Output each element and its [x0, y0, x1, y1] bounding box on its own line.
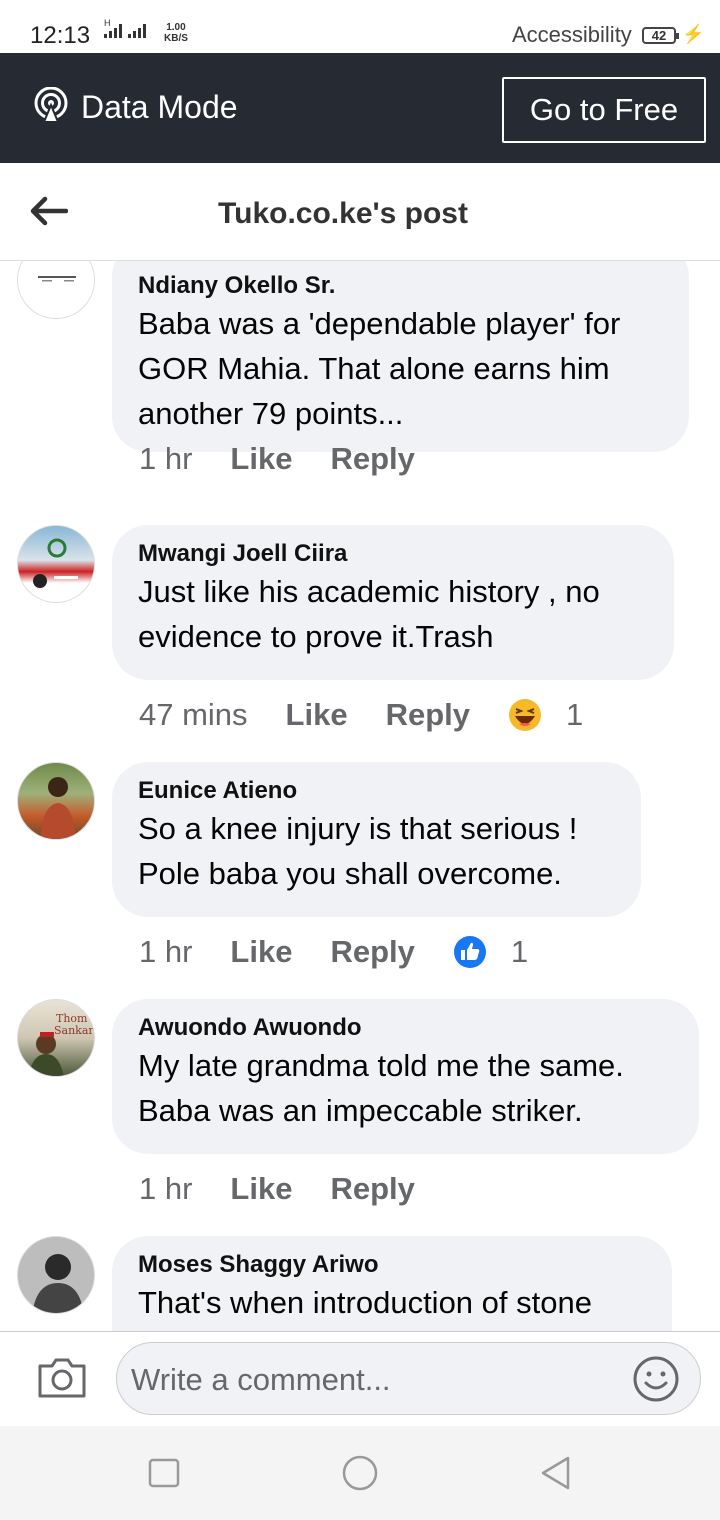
avatar[interactable] [17, 261, 95, 319]
status-bar: 12:13 H 1.00 KB/S Accessibility 42 ⚡ [0, 0, 720, 53]
like-button[interactable]: Like [230, 1171, 292, 1207]
reply-button[interactable]: Reply [386, 697, 470, 733]
comment-time[interactable]: 1 hr [139, 1171, 192, 1207]
clock: 12:13 [30, 22, 91, 49]
reply-button[interactable]: Reply [330, 441, 414, 477]
like-button[interactable]: Like [230, 934, 292, 970]
like-button[interactable]: Like [230, 441, 292, 477]
comment-author[interactable]: Eunice Atieno [138, 776, 615, 806]
comment-actions: 1 hr Like Reply [139, 441, 453, 477]
post-header: Tuko.co.ke's post [0, 163, 720, 261]
comment-time[interactable]: 47 mins [139, 697, 248, 733]
avatar-person-bw-icon [18, 1237, 94, 1313]
comment-input-placeholder: Write a comment... [131, 1362, 391, 1397]
camera-icon[interactable] [36, 1356, 88, 1400]
accessibility-label: Accessibility [512, 22, 632, 47]
comment-actions: 1 hr Like Reply [139, 1171, 453, 1207]
comment-bubble[interactable]: Ndiany Okello Sr. Baba was a 'dependable… [112, 261, 689, 452]
comment-bubble[interactable]: Awuondo Awuondo My late grandma told me … [112, 999, 699, 1154]
avatar[interactable] [17, 762, 95, 840]
system-nav-bar [0, 1426, 720, 1520]
comment-author[interactable]: Awuondo Awuondo [138, 1013, 673, 1043]
broadcast-icon [34, 87, 68, 123]
data-mode-label: Data Mode [81, 89, 238, 125]
reaction-summary[interactable]: 1 [453, 934, 528, 970]
data-mode-bar: Data Mode Go to Free [0, 53, 720, 163]
comment-author[interactable]: Ndiany Okello Sr. [138, 271, 663, 301]
signal-indicators: H [104, 18, 146, 38]
comment-bubble[interactable]: Eunice Atieno So a knee injury is that s… [112, 762, 641, 917]
back-icon[interactable] [538, 1455, 574, 1491]
comment-author[interactable]: Mwangi Joell Ciira [138, 539, 648, 569]
like-button[interactable]: Like [286, 697, 348, 733]
battery-icon: 42 [642, 27, 679, 44]
go-to-free-button[interactable]: Go to Free [502, 77, 706, 143]
page-title: Tuko.co.ke's post [218, 197, 468, 230]
comment-list[interactable]: Ndiany Okello Sr. Baba was a 'dependable… [0, 261, 720, 1331]
avatar-covid-poster-icon [33, 538, 78, 588]
emoji-icon[interactable] [632, 1355, 680, 1403]
network-speed: 1.00 KB/S [164, 22, 188, 44]
avatar[interactable] [17, 525, 95, 603]
comment-bubble[interactable]: Moses Shaggy Ariwo That's when introduct… [112, 1236, 672, 1331]
charging-icon: ⚡ [682, 24, 705, 44]
home-icon[interactable] [342, 1455, 378, 1491]
comment-actions: 47 mins Like Reply 1 [139, 697, 583, 733]
comment-text: Baba was a 'dependable player' for GOR M… [138, 306, 621, 431]
comment-input[interactable]: Write a comment... [116, 1342, 701, 1415]
signal-icon-2 [128, 24, 146, 38]
reaction-count: 1 [566, 697, 584, 732]
network-type-label: H [104, 18, 111, 28]
avatar[interactable]: Thom Sankara [17, 999, 95, 1077]
comment-text: So a knee injury is that serious ! Pole … [138, 811, 578, 891]
comment-composer: Write a comment... [0, 1331, 720, 1427]
avatar-person-photo-icon [40, 777, 76, 839]
reaction-count: 1 [510, 934, 529, 969]
comment-text: My late grandma told me the same. Baba w… [138, 1048, 624, 1128]
svg-text:Sankara: Sankara [54, 1024, 95, 1037]
reaction-summary[interactable]: 1 [508, 697, 583, 733]
haha-emoji-icon [509, 699, 541, 731]
comment-text: That's when introduction of stone [138, 1285, 592, 1320]
comment-text: Just like his academic history , no evid… [138, 574, 600, 654]
avatar-sankara-book-icon: Thom Sankara [28, 1012, 95, 1076]
avatar[interactable] [17, 1236, 95, 1314]
comment-time[interactable]: 1 hr [139, 934, 192, 970]
reply-button[interactable]: Reply [330, 934, 414, 970]
avatar-logo-icon [38, 276, 76, 282]
comment-author[interactable]: Moses Shaggy Ariwo [138, 1250, 646, 1280]
comment-actions: 1 hr Like Reply 1 [139, 934, 528, 970]
thumbs-up-icon [453, 936, 486, 968]
recent-apps-icon[interactable] [146, 1455, 182, 1491]
reply-button[interactable]: Reply [330, 1171, 414, 1207]
comment-time[interactable]: 1 hr [139, 441, 192, 477]
comment-bubble[interactable]: Mwangi Joell Ciira Just like his academi… [112, 525, 674, 680]
